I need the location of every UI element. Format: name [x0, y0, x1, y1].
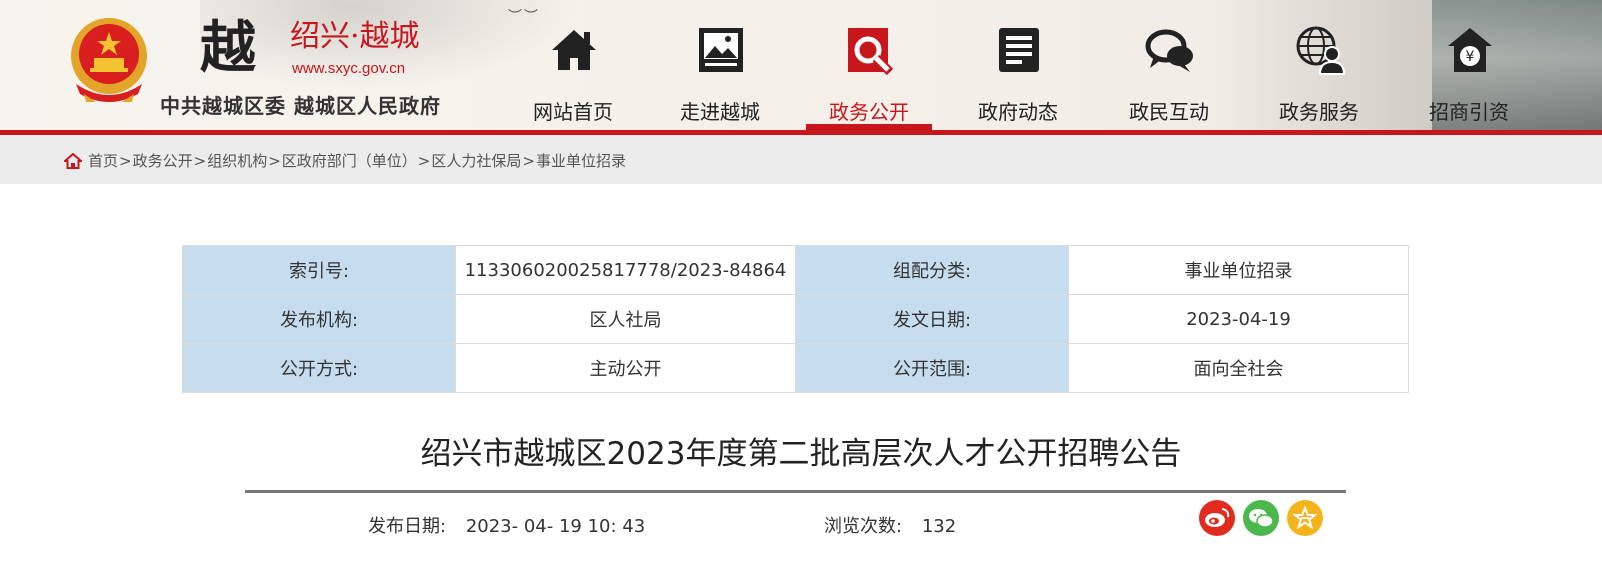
nav-item-label: 政民互动 — [1129, 100, 1209, 124]
issue-date-label: 发文日期: — [795, 294, 1069, 344]
disclosure-scope-value: 面向全社会 — [1068, 343, 1409, 393]
breadcrumb-bar: 首页 > 政务公开 > 组织机构 > 区政府部门（单位） > 区人力社保局 > … — [0, 135, 1602, 184]
share-favorite-button[interactable] — [1287, 500, 1323, 536]
title-divider — [245, 490, 1346, 493]
nav-item-about[interactable]: 走进越城 — [657, 0, 783, 130]
breadcrumb-separator: > — [119, 151, 132, 170]
publish-date: 发布日期: 2023- 04- 19 10: 43 — [368, 512, 645, 538]
breadcrumb-separator: > — [268, 151, 281, 170]
nav-item-interaction[interactable]: 政民互动 — [1106, 0, 1232, 130]
disclosure-scope-label: 公开范围: — [795, 343, 1069, 393]
nav-item-label: 招商引资 — [1429, 100, 1509, 124]
site-subtitle: 中共越城区委 越城区人民政府 — [160, 94, 441, 118]
publisher-value: 区人社局 — [455, 294, 796, 344]
disclosure-method-label: 公开方式: — [182, 343, 456, 393]
nav-item-services[interactable]: 政务服务 — [1256, 0, 1382, 130]
publish-date-value: 2023- 04- 19 10: 43 — [465, 516, 646, 537]
national-emblem-icon — [66, 14, 152, 104]
publish-date-label: 发布日期: — [368, 516, 447, 537]
breadcrumb-home[interactable]: 首页 — [88, 150, 118, 171]
disclosure-method-value: 主动公开 — [455, 343, 796, 393]
publisher-label: 发布机构: — [182, 294, 456, 344]
view-count-value: 132 — [921, 516, 957, 537]
breadcrumb-separator: > — [193, 151, 207, 170]
news-icon — [993, 24, 1045, 76]
nav-item-label: 政务服务 — [1279, 100, 1359, 124]
chat-bubbles-icon — [1144, 24, 1196, 76]
home-icon — [548, 24, 600, 76]
index-number-value: 113306020025817778/2023-84864 — [455, 245, 796, 295]
home-icon — [64, 152, 82, 169]
nav-item-gov-affairs[interactable]: 政务公开 — [806, 0, 932, 130]
wechat-icon — [1249, 509, 1274, 528]
site-url: www.sxyc.gov.cn — [292, 60, 406, 77]
category-value: 事业单位招录 — [1068, 245, 1409, 295]
breadcrumb-hr-bureau[interactable]: 区人力社保局 — [431, 150, 521, 171]
index-number-label: 索引号: — [182, 245, 456, 295]
issue-date-value: 2023-04-19 — [1068, 294, 1409, 344]
document-info-table: 索引号: 113306020025817778/2023-84864 组配分类:… — [182, 245, 1409, 393]
star-icon — [1293, 506, 1317, 530]
view-count-label: 浏览次数: — [824, 516, 903, 537]
breadcrumb-separator: > — [522, 151, 535, 170]
nav-item-label: 走进越城 — [680, 100, 760, 124]
article-title: 绍兴市越城区2023年度第二批高层次人才公开招聘公告 — [420, 436, 1182, 472]
search-document-icon — [844, 24, 896, 76]
nav-item-home[interactable]: 网站首页 — [510, 0, 636, 130]
breadcrumb-departments[interactable]: 区政府部门（单位） — [282, 150, 417, 171]
share-weibo-button[interactable] — [1199, 500, 1235, 536]
view-count: 浏览次数: 132 — [824, 512, 956, 538]
picture-icon — [695, 24, 747, 76]
nav-item-investment[interactable]: ¥ 招商引资 — [1406, 0, 1532, 130]
table-row: 发布机构: 区人社局 发文日期: 2023-04-19 — [182, 294, 1409, 344]
nav-item-label: 政务公开 — [829, 100, 909, 124]
nav-item-label: 网站首页 — [533, 100, 613, 124]
breadcrumb-gov-affairs[interactable]: 政务公开 — [133, 150, 193, 171]
table-row: 公开方式: 主动公开 公开范围: 面向全社会 — [182, 343, 1409, 393]
breadcrumb-separator: > — [417, 151, 431, 170]
breadcrumb: 首页 > 政务公开 > 组织机构 > 区政府部门（单位） > 区人力社保局 > … — [64, 150, 626, 171]
nav-item-label: 政府动态 — [978, 100, 1058, 124]
share-wechat-button[interactable] — [1243, 500, 1279, 536]
svg-text:¥: ¥ — [1466, 49, 1475, 65]
site-header: ︶︶ 越 绍兴·越城 www.sxyc.gov.cn 中共越城区委 越城区人民政… — [0, 0, 1602, 130]
category-label: 组配分类: — [795, 245, 1069, 295]
breadcrumb-organization[interactable]: 组织机构 — [207, 150, 267, 171]
weibo-icon — [1205, 508, 1230, 527]
yuan-house-icon: ¥ — [1444, 24, 1496, 76]
site-title[interactable]: 绍兴·越城 — [290, 20, 420, 54]
table-row: 索引号: 113306020025817778/2023-84864 组配分类:… — [182, 245, 1409, 295]
nav-item-news[interactable]: 政府动态 — [955, 0, 1081, 130]
site-logo-mark[interactable]: 越 — [200, 18, 256, 78]
breadcrumb-current[interactable]: 事业单位招录 — [536, 150, 626, 171]
globe-user-icon — [1294, 24, 1346, 76]
